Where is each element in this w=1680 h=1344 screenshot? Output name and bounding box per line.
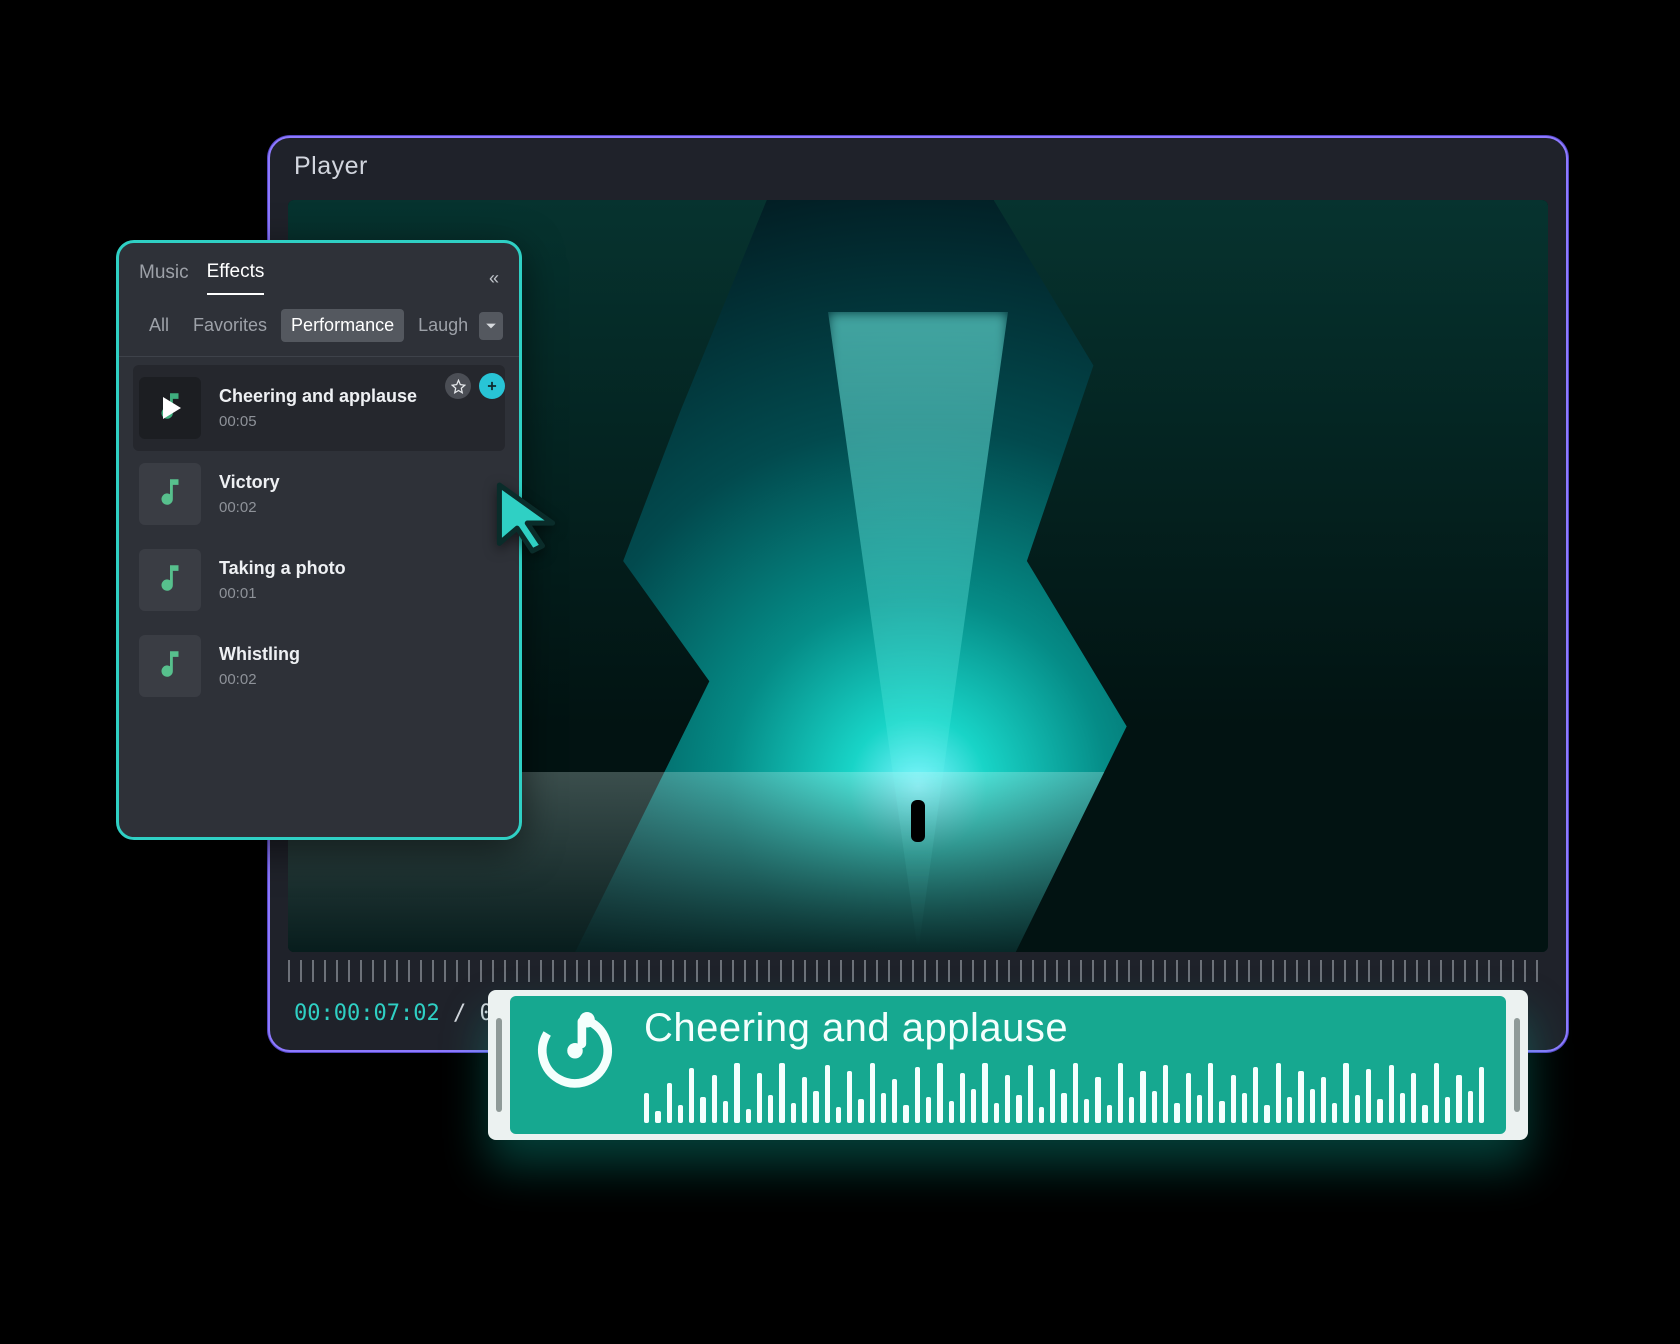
filter-performance[interactable]: Performance <box>281 309 404 342</box>
timecode-separator: / <box>453 1001 480 1026</box>
clip-body: Cheering and applause <box>510 996 1506 1134</box>
item-thumb[interactable] <box>139 635 201 697</box>
player-title: Player <box>294 152 368 181</box>
star-icon <box>451 379 466 394</box>
item-duration: 00:02 <box>219 499 280 516</box>
audio-clip[interactable]: Cheering and applause <box>488 990 1528 1140</box>
filter-all[interactable]: All <box>139 309 179 342</box>
panel-tabs: Music Effects « <box>119 243 519 295</box>
disc-note-icon <box>532 1006 618 1097</box>
clip-handle-right[interactable] <box>1514 1018 1520 1112</box>
item-duration: 00:05 <box>219 413 417 430</box>
cursor-pointer-icon <box>494 480 558 561</box>
timecode-current: 00:00:07:02 <box>294 1001 440 1026</box>
item-name: Victory <box>219 472 280 493</box>
tab-effects[interactable]: Effects <box>207 261 265 295</box>
clip-waveform <box>644 1061 1484 1123</box>
filter-favorites[interactable]: Favorites <box>183 309 277 342</box>
collapse-panel-button[interactable]: « <box>489 268 499 289</box>
add-button[interactable] <box>479 373 505 399</box>
item-name: Cheering and applause <box>219 386 417 407</box>
filter-more-button[interactable] <box>479 312 503 340</box>
item-name: Taking a photo <box>219 558 346 579</box>
music-note-icon <box>153 647 187 686</box>
item-duration: 00:01 <box>219 585 346 602</box>
favorite-button[interactable] <box>445 373 471 399</box>
music-note-icon <box>153 475 187 514</box>
effects-list: Cheering and applause 00:05 Vi <box>119 357 519 709</box>
timeline-ruler[interactable] <box>288 960 1548 982</box>
effects-panel: Music Effects « All Favorites Performanc… <box>116 240 522 840</box>
list-item[interactable]: Whistling 00:02 <box>133 623 505 709</box>
list-item[interactable]: Victory 00:02 <box>133 451 505 537</box>
item-name: Whistling <box>219 644 300 665</box>
list-item[interactable]: Taking a photo 00:01 <box>133 537 505 623</box>
list-item[interactable]: Cheering and applause 00:05 <box>133 365 505 451</box>
item-thumb[interactable] <box>139 463 201 525</box>
item-duration: 00:02 <box>219 671 300 688</box>
chevron-down-icon <box>485 320 497 332</box>
music-note-icon <box>153 561 187 600</box>
item-thumb[interactable] <box>139 549 201 611</box>
play-icon <box>163 397 181 419</box>
preview-figure <box>911 800 925 842</box>
filter-laugh[interactable]: Laugh <box>408 309 475 342</box>
tab-music[interactable]: Music <box>139 262 189 294</box>
clip-title: Cheering and applause <box>644 1006 1484 1051</box>
clip-handle-left[interactable] <box>496 1018 502 1112</box>
filter-bar: All Favorites Performance Laugh <box>119 295 519 357</box>
item-thumb[interactable] <box>139 377 201 439</box>
plus-icon <box>485 379 499 393</box>
